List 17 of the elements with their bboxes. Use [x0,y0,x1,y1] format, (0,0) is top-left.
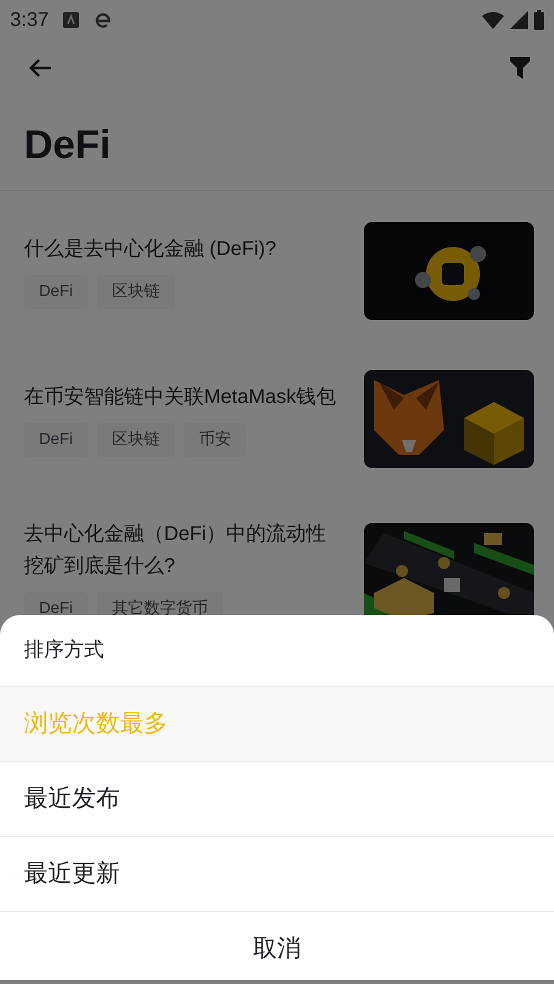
page-title: DeFi [0,95,554,191]
cancel-button[interactable]: 取消 [0,912,554,984]
filter-icon[interactable] [510,56,530,78]
tag[interactable]: 区块链 [96,423,175,457]
article-title[interactable]: 什么是去中心化金融 (DeFi)? [24,233,346,265]
tag[interactable]: DeFi [24,423,88,457]
tag[interactable]: DeFi [24,275,88,309]
signal-icon [510,11,528,29]
status-time: 3:37 [10,8,49,32]
article-title[interactable]: 在币安智能链中关联MetaMask钱包 [24,381,346,413]
notification-icon [62,12,79,28]
article-title[interactable]: 去中心化金融（DeFi）中的流动性挖矿到底是什么? [24,518,346,582]
back-arrow-icon[interactable] [28,58,52,78]
wifi-icon [482,11,504,29]
tag[interactable]: 币安 [184,423,246,457]
battery-icon [534,10,544,30]
tag[interactable]: 区块链 [96,275,175,309]
